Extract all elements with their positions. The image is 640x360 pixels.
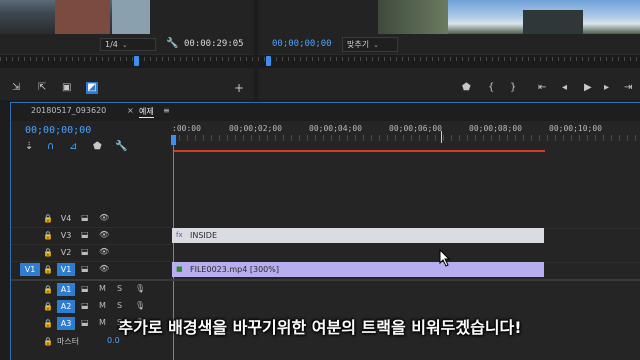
add-marker-icon[interactable]: ⬟ xyxy=(93,141,102,153)
mute-button[interactable]: M xyxy=(99,284,106,293)
ruler-label: 00;00;06;00 xyxy=(389,124,442,133)
program-playhead[interactable] xyxy=(266,56,271,66)
go-to-in-icon[interactable]: ⇤ xyxy=(538,82,546,94)
program-time-ruler[interactable] xyxy=(258,54,640,68)
step-back-icon[interactable]: ◂ xyxy=(562,82,567,94)
video-subtitle-caption: 추가로 배경색을 바꾸기위한 여분의 트랙을 비워두겠습니다! xyxy=(118,318,522,337)
track-name-a2[interactable]: A2 xyxy=(57,300,75,313)
source-zoom-value: 1/4 xyxy=(105,40,118,49)
nest-icon[interactable]: ⇣ xyxy=(25,141,33,153)
timeline-ruler-ticks xyxy=(171,135,640,141)
lock-icon[interactable]: 🔒 xyxy=(43,248,53,257)
lock-icon[interactable]: 🔒 xyxy=(43,214,53,223)
eye-icon[interactable]: 👁 xyxy=(99,213,109,222)
mouse-cursor-icon xyxy=(439,249,451,267)
lock-icon[interactable]: 🔒 xyxy=(43,265,53,274)
source-patch-v1[interactable]: V1 xyxy=(20,263,40,276)
video-audio-divider xyxy=(11,279,171,281)
timeline-settings-icon[interactable]: 🔧 xyxy=(115,141,127,153)
tab-sequence-example[interactable]: 예제 xyxy=(139,106,154,118)
sync-lock-icon[interactable]: ⬓ xyxy=(81,230,89,239)
source-duration-timecode: 00:00:29:05 xyxy=(184,39,244,49)
fx-badge-icon: ■ xyxy=(176,265,183,273)
overwrite-icon[interactable]: ⇱ xyxy=(38,82,46,94)
track-name-v3[interactable]: V3 xyxy=(57,229,75,242)
track-a2[interactable]: 🔒 A2 ⬓ M S 🎙 xyxy=(11,299,171,315)
mute-button[interactable]: M xyxy=(99,301,106,310)
track-v1[interactable]: V1 🔒 V1 ⬓ 👁 xyxy=(11,262,171,278)
source-ruler-ticks xyxy=(0,57,254,61)
panel-menu-icon[interactable]: ≡ xyxy=(163,106,170,115)
track-a1[interactable]: 🔒 A1 ⬓ M S 🎙 xyxy=(11,282,171,298)
hover-cursor-line xyxy=(441,131,442,143)
clip-file0023-label: FILE0023.mp4 [300%] xyxy=(190,265,279,274)
timeline-timecode[interactable]: 00;00;00;00 xyxy=(25,125,91,136)
track-name-a1[interactable]: A1 xyxy=(57,283,75,296)
ruler-label: 00;00;04;00 xyxy=(309,124,362,133)
track-v4[interactable]: 🔒 V4 ⬓ 👁 xyxy=(11,211,171,227)
program-fit-value: 맞추기 xyxy=(347,40,370,49)
track-v2[interactable]: 🔒 V2 ⬓ 👁 xyxy=(11,245,171,261)
timeline-tab-bar: 20180517_093620 × 예제 ≡ xyxy=(11,103,640,121)
track-name-v4[interactable]: V4 xyxy=(57,212,75,225)
lock-icon[interactable]: 🔒 xyxy=(43,302,53,311)
microphone-icon[interactable]: 🎙 xyxy=(135,301,145,310)
track-name-v2[interactable]: V2 xyxy=(57,246,75,259)
program-fit-dropdown[interactable]: 맞추기 ⌄ xyxy=(342,37,398,52)
marker-icon[interactable]: ⬟ xyxy=(462,82,471,94)
track-v3[interactable]: 🔒 V3 ⬓ 👁 xyxy=(11,228,171,244)
tab-sequence-1[interactable]: 20180517_093620 xyxy=(31,106,106,115)
eye-icon[interactable]: 👁 xyxy=(99,230,109,239)
source-preview-image xyxy=(0,0,150,34)
sync-lock-icon[interactable]: ⬓ xyxy=(81,213,89,222)
close-icon[interactable]: × xyxy=(127,106,134,115)
source-time-ruler[interactable] xyxy=(0,54,254,68)
clip-file0023[interactable]: ■ FILE0023.mp4 [300%] xyxy=(172,262,544,277)
sync-lock-icon[interactable]: ⬓ xyxy=(81,284,89,293)
mark-out-icon[interactable]: } xyxy=(510,82,516,94)
insert-icon[interactable]: ⇲ xyxy=(12,82,20,94)
lock-icon[interactable]: 🔒 xyxy=(43,337,53,346)
eye-icon[interactable]: 👁 xyxy=(99,247,109,256)
go-to-out-icon[interactable]: ⇥ xyxy=(624,82,632,94)
play-icon[interactable]: ▶ xyxy=(584,82,592,94)
program-preview-image xyxy=(378,0,640,34)
eye-icon[interactable]: 👁 xyxy=(99,264,109,273)
ruler-label: 00;00;02;00 xyxy=(229,124,282,133)
source-playhead[interactable] xyxy=(134,56,139,66)
overlay-icon[interactable]: ◩ xyxy=(86,82,98,94)
sync-lock-icon[interactable]: ⬓ xyxy=(81,301,89,310)
add-icon[interactable]: + xyxy=(234,82,244,94)
mark-in-icon[interactable]: { xyxy=(488,82,494,94)
camera-icon[interactable]: ▣ xyxy=(62,82,71,94)
ruler-label: 00;00;08;00 xyxy=(469,124,522,133)
chevron-down-icon: ⌄ xyxy=(373,41,379,49)
solo-button[interactable]: S xyxy=(117,301,122,310)
lock-icon[interactable]: 🔒 xyxy=(43,231,53,240)
program-ruler-ticks xyxy=(258,57,640,61)
ruler-label: :00:00 xyxy=(172,124,201,133)
work-area-bar[interactable] xyxy=(173,150,545,152)
program-timecode[interactable]: 00;00;00;00 xyxy=(272,39,332,49)
timeline-playhead-handle[interactable] xyxy=(171,135,176,145)
sync-lock-icon[interactable]: ⬓ xyxy=(81,264,89,273)
chevron-down-icon: ⌄ xyxy=(121,41,128,49)
solo-button[interactable]: S xyxy=(117,284,122,293)
sync-lock-icon[interactable]: ⬓ xyxy=(81,247,89,256)
ruler-label: 00;00;10;00 xyxy=(549,124,602,133)
clip-inside[interactable]: fx INSIDE xyxy=(172,228,544,243)
lock-icon[interactable]: 🔒 xyxy=(43,285,53,294)
source-zoom-dropdown[interactable]: 1/4 ⌄ xyxy=(100,38,156,51)
fx-badge-icon: fx xyxy=(176,231,183,239)
clip-inside-label: INSIDE xyxy=(190,231,217,240)
wrench-icon[interactable]: 🔧 xyxy=(166,38,178,50)
snap-icon[interactable]: ∩ xyxy=(47,141,54,153)
video-audio-divider xyxy=(171,279,640,281)
track-name-v1[interactable]: V1 xyxy=(57,263,75,276)
program-monitor: 00;00;00;00 맞추기 ⌄ ⬟ { } ⇤ ◂ ▶ ▸ ⇥ xyxy=(258,0,640,100)
linked-selection-icon[interactable]: ⊿ xyxy=(69,141,77,153)
microphone-icon[interactable]: 🎙 xyxy=(135,284,145,293)
step-forward-icon[interactable]: ▸ xyxy=(604,82,609,94)
source-monitor: 1/4 ⌄ 🔧 00:00:29:05 ⇲ ⇱ ▣ ◩ + xyxy=(0,0,254,100)
